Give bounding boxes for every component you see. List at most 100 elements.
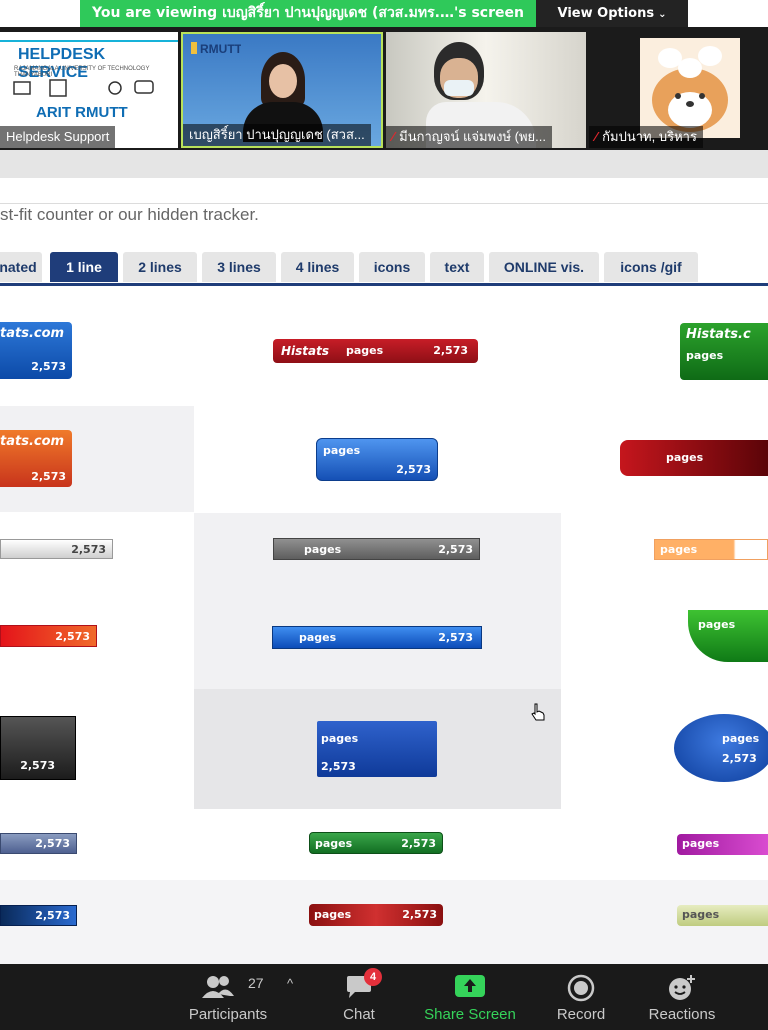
muted-mic-icon: ⁄ (392, 129, 395, 144)
participant-name: Helpdesk Support (0, 126, 116, 148)
counter-value: 2,573 (438, 543, 473, 556)
participant-name-text: กัมปนาท, บริหาร (602, 129, 697, 144)
counter-style-option[interactable]: 2,573 (0, 625, 97, 647)
counter-value: 2,573 (35, 837, 70, 850)
counter-style-option[interactable]: 2,573 (0, 539, 113, 559)
counter-style-option[interactable]: pages (654, 539, 768, 560)
counter-brand: Histats (281, 344, 330, 358)
video-tile-helpdesk[interactable]: HELPDESK SERVICE RAJAMANGALA UNIVERSITY … (0, 32, 178, 148)
record-button[interactable]: Record (548, 964, 614, 1030)
participants-options-button[interactable]: ^ (284, 964, 302, 1030)
avatar-image (640, 38, 740, 138)
video-tile-active-speaker[interactable]: RMUTT เบญสิริ์ยา ปานปุญญเดช (สวส... (181, 32, 383, 148)
share-screen-label: Share Screen (424, 1006, 516, 1023)
chat-unread-badge: 4 (364, 968, 382, 986)
tab-1-line[interactable]: 1 line (50, 252, 118, 282)
counter-value: 2,573 (722, 752, 757, 765)
counter-label: pages (299, 631, 337, 644)
counter-style-option[interactable]: tats.com 2,573 (0, 322, 72, 379)
tab-animated[interactable]: nated (0, 252, 42, 282)
rmutt-logo-icon: RMUTT (191, 42, 241, 56)
counter-label: pages (660, 543, 698, 556)
counter-style-option[interactable]: pages 2,573 (273, 538, 480, 560)
participants-button[interactable]: 27 Participants (180, 964, 276, 1030)
chat-button[interactable]: 4 Chat (326, 964, 392, 1030)
counter-brand: tats.com (0, 434, 65, 449)
share-screen-icon (455, 975, 485, 997)
counter-label: pages (315, 837, 353, 850)
counter-brand: Histats.c (686, 327, 751, 342)
screen-share-banner: You are viewing เบญสิริ์ยา ปานปุญญเดช (ส… (80, 0, 536, 27)
muted-mic-icon: ⁄ (595, 129, 598, 144)
counter-value: 2,573 (401, 837, 436, 850)
counter-style-tabs: nated 1 line 2 lines 3 lines 4 lines ico… (0, 252, 768, 284)
tab-underline (0, 283, 768, 286)
counter-style-option[interactable]: pages (688, 610, 768, 662)
counter-style-option[interactable]: pages (677, 905, 768, 926)
counter-label: pages (686, 349, 724, 362)
tab-text[interactable]: text (430, 252, 484, 282)
counter-style-option[interactable]: pages (620, 440, 768, 476)
counter-style-option[interactable]: pages 2,573 (309, 904, 443, 926)
counter-value: 2,573 (31, 360, 66, 373)
counter-value: 2,573 (433, 344, 468, 357)
counter-label: pages (722, 732, 760, 745)
helpdesk-illustration-icon (13, 79, 154, 97)
participants-icon (202, 976, 234, 998)
view-options-label: View Options (557, 6, 655, 21)
tab-icons-gif[interactable]: icons /gif (604, 252, 698, 282)
reactions-icon (669, 975, 695, 1000)
rmutt-logo-text: RMUTT (200, 42, 241, 56)
counter-value: 2,573 (20, 759, 55, 772)
counter-value: 2,573 (55, 630, 90, 643)
counter-value: 2,573 (71, 543, 106, 556)
reactions-button[interactable]: Reactions (644, 964, 720, 1030)
counter-label: pages (304, 543, 342, 556)
counter-style-option[interactable]: 2,573 (0, 905, 77, 926)
counter-style-option[interactable]: Histats.c pages (680, 323, 768, 380)
view-options-button[interactable]: View Options ⌄ (536, 0, 688, 27)
counter-value: 2,573 (31, 470, 66, 483)
tab-3-lines[interactable]: 3 lines (202, 252, 276, 282)
counter-style-option[interactable]: pages 2,573 (309, 832, 443, 854)
video-tile-participant[interactable]: ⁄ มีนกาญจน์ แจ่มพงษ์ (พย... (386, 32, 586, 148)
meeting-toolbar: 27 Participants ^ 4 Chat Share Screen Re… (0, 964, 768, 1030)
counter-style-option[interactable]: pages 2,573 (317, 721, 437, 777)
participant-name-text: มีนกาญจน์ แจ่มพงษ์ (พย... (399, 129, 547, 144)
counter-style-option[interactable]: tats.com 2,573 (0, 430, 72, 487)
counter-style-option[interactable]: 2,573 (0, 833, 77, 854)
counter-label: pages (314, 908, 352, 921)
tab-4-lines[interactable]: 4 lines (281, 252, 354, 282)
counter-style-option[interactable]: pages (677, 834, 768, 855)
counter-label: pages (698, 618, 736, 631)
tab-icons[interactable]: icons (359, 252, 425, 282)
video-tile-avatar[interactable]: ⁄ กัมปนาท, บริหาร (589, 32, 768, 148)
helpdesk-logo-bar (0, 40, 178, 42)
counter-label: pages (321, 732, 359, 745)
tab-online-visitors[interactable]: ONLINE vis. (489, 252, 599, 282)
record-label: Record (556, 1006, 606, 1023)
participant-name: ⁄ กัมปนาท, บริหาร (589, 126, 703, 148)
share-screen-button[interactable]: Share Screen (420, 964, 520, 1030)
counter-label: pages (682, 908, 720, 921)
counter-style-option[interactable]: Histats pages 2,573 (273, 339, 478, 363)
participant-name: ⁄ มีนกาญจน์ แจ่มพงษ์ (พย... (386, 126, 553, 148)
counter-style-option[interactable]: pages 2,573 (674, 714, 768, 782)
intro-text: st-fit counter or our hidden tracker. (0, 205, 259, 224)
counter-brand: tats.com (0, 326, 65, 341)
counter-style-option[interactable]: pages 2,573 (316, 438, 438, 481)
participant-mask (444, 80, 474, 96)
record-icon (567, 974, 595, 1002)
participants-count: 27 (248, 975, 264, 991)
participant-gallery: HELPDESK SERVICE RAJAMANGALA UNIVERSITY … (0, 27, 768, 150)
cartoon-dog-icon (652, 46, 728, 132)
counter-value: 2,573 (321, 760, 356, 773)
helpdesk-logo-footer: ARIT RMUTT (36, 104, 128, 121)
participant-name: เบญสิริ์ยา ปานปุญญเดช (สวส... (183, 124, 371, 146)
hand-cursor-icon (531, 703, 545, 721)
counter-style-option[interactable]: pages 2,573 (272, 626, 482, 649)
counter-value: 2,573 (396, 463, 431, 476)
counter-style-option[interactable]: 2,573 (0, 716, 76, 780)
chevron-down-icon: ⌄ (658, 9, 667, 20)
tab-2-lines[interactable]: 2 lines (123, 252, 197, 282)
